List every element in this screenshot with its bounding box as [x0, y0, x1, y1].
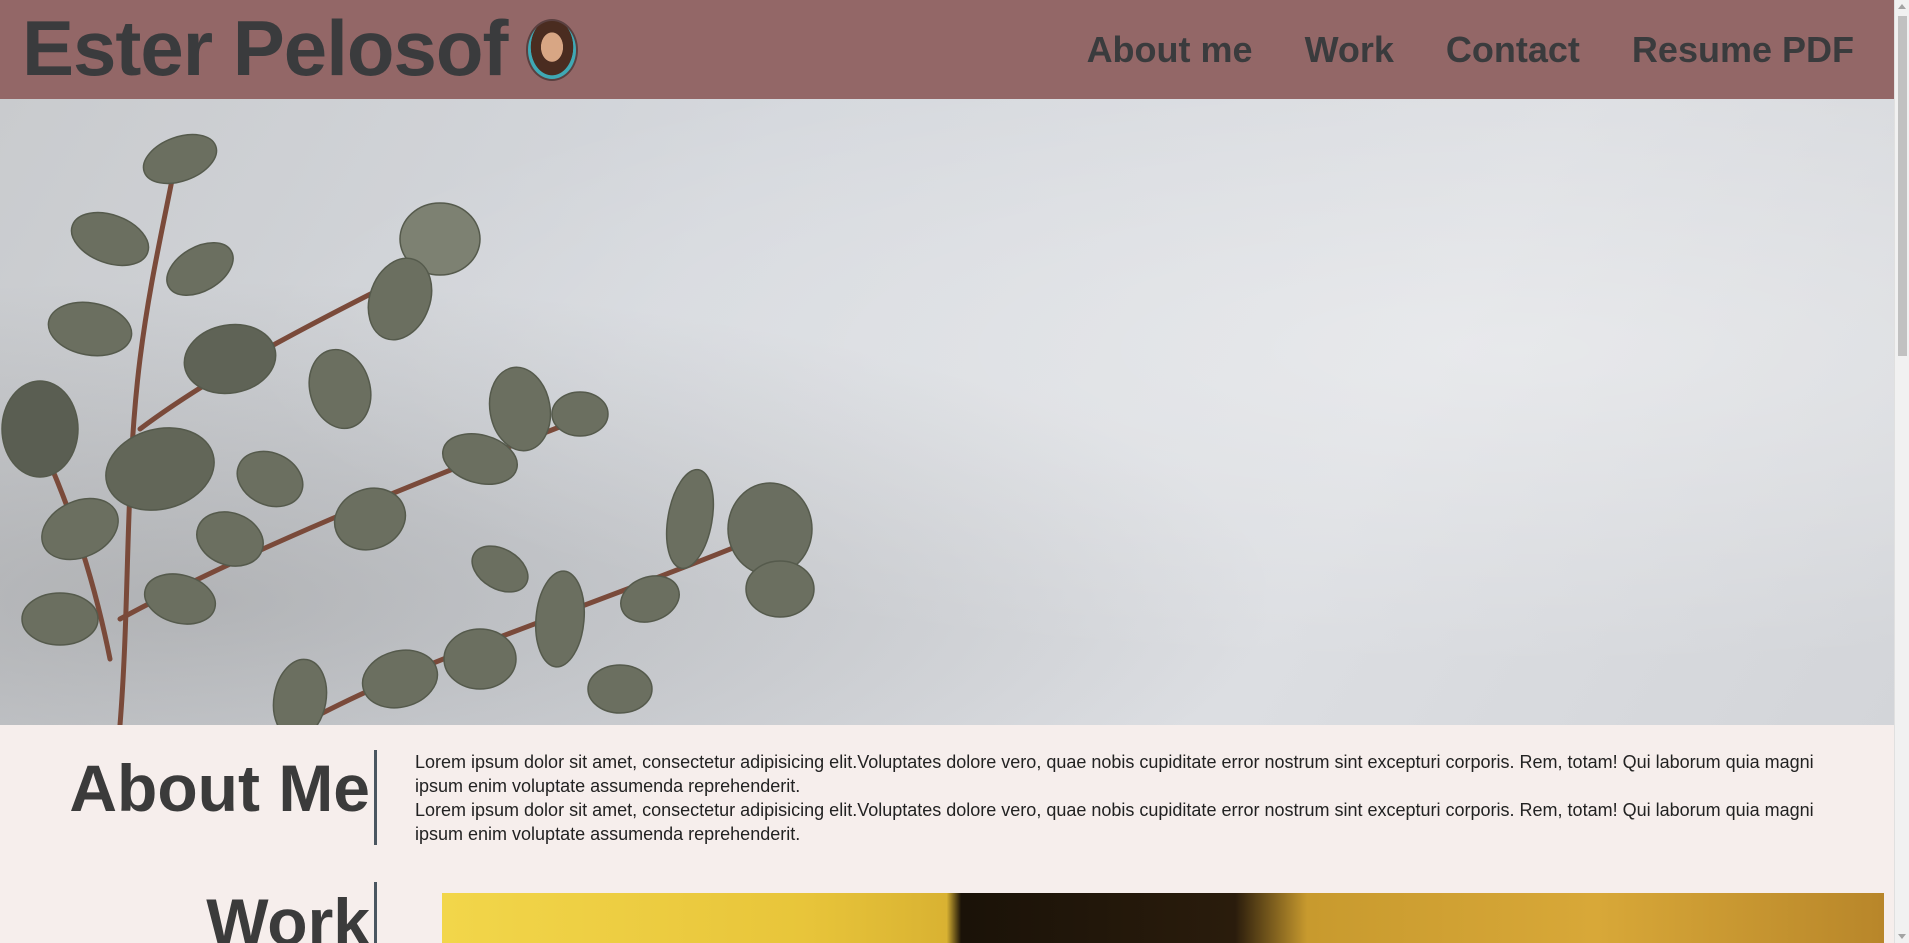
- work-title: Work: [206, 885, 370, 943]
- scroll-up-icon[interactable]: [1898, 4, 1906, 9]
- page-scrollbar[interactable]: [1894, 0, 1909, 943]
- main-nav: About me Work Contact Resume PDF: [1087, 0, 1854, 99]
- about-text: Lorem ipsum dolor sit amet, consectetur …: [415, 750, 1857, 846]
- nav-link-about-me[interactable]: About me: [1087, 29, 1253, 71]
- hero-image: [0, 99, 1894, 725]
- nav-link-resume-pdf[interactable]: Resume PDF: [1632, 29, 1854, 71]
- nav-link-work[interactable]: Work: [1305, 29, 1394, 71]
- work-section-heading: Work: [0, 880, 380, 943]
- site-header: Ester Pelosof About me Work Contact Resu…: [0, 0, 1894, 99]
- scroll-down-icon[interactable]: [1898, 934, 1906, 939]
- about-divider: [374, 750, 377, 845]
- work-project-image[interactable]: [442, 893, 1884, 943]
- about-title: About Me: [69, 751, 370, 825]
- brand-name: Ester Pelosof: [22, 4, 509, 92]
- about-section: About Me Lorem ipsum dolor sit amet, con…: [0, 740, 1894, 850]
- avatar: [525, 19, 578, 81]
- work-divider: [374, 882, 377, 943]
- scroll-thumb[interactable]: [1898, 16, 1907, 356]
- about-paragraph-1: Lorem ipsum dolor sit amet, consectetur …: [415, 752, 1814, 796]
- eucalyptus-image: [1, 133, 815, 725]
- nav-link-contact[interactable]: Contact: [1446, 29, 1580, 71]
- brand-link[interactable]: Ester Pelosof: [22, 2, 578, 94]
- about-paragraph-2: Lorem ipsum dolor sit amet, consectetur …: [415, 800, 1814, 844]
